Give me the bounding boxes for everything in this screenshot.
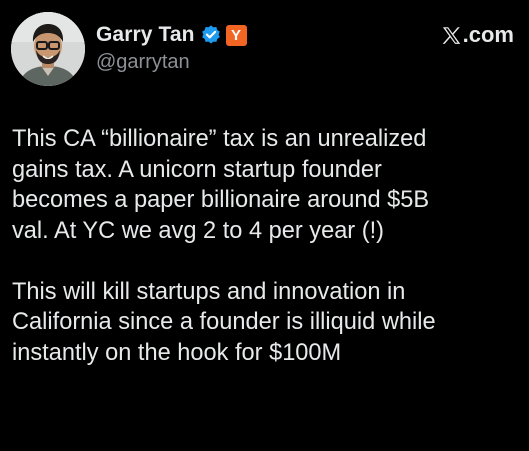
tweet-header: Garry Tan Y @garrytan .com — [11, 12, 516, 88]
source-text: .com — [462, 22, 514, 47]
tweet-card: Garry Tan Y @garrytan .com This CA “bill… — [0, 0, 529, 451]
tweet-text: This CA “billionaire” tax is an unrealiz… — [12, 124, 517, 368]
verified-checkmark-icon — [200, 24, 222, 46]
x-logo-icon — [441, 25, 462, 46]
affiliate-badge[interactable]: Y — [225, 24, 247, 46]
tweet-paragraph: This will kill startups and innovation i… — [12, 278, 436, 366]
author-display-name[interactable]: Garry Tan — [96, 23, 195, 47]
avatar-portrait-icon — [11, 12, 85, 86]
source-logo: .com — [441, 22, 514, 48]
tweet-paragraph: This CA “billionaire” tax is an unrealiz… — [12, 126, 430, 244]
avatar[interactable] — [11, 12, 85, 86]
author-handle[interactable]: @garrytan — [96, 51, 190, 74]
author-name-row: Garry Tan Y — [96, 20, 247, 50]
